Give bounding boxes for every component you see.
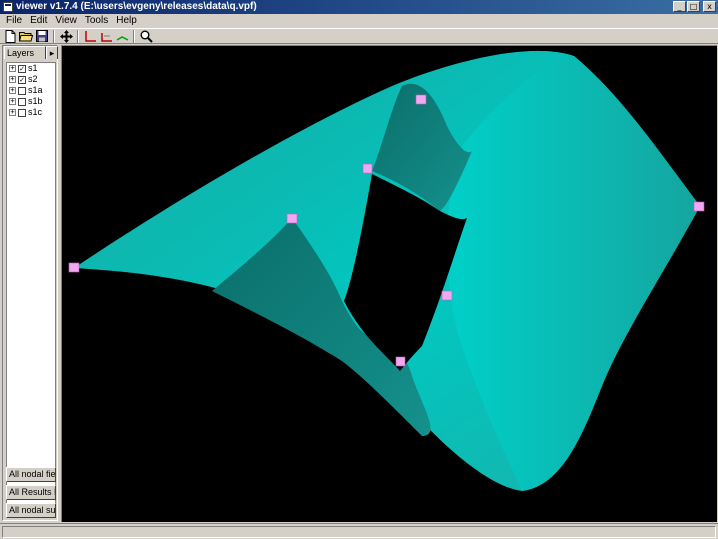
- layers-panel: Layers ▸ + ✓ s1 + ✓ s2 + s1a + s1b + s1c: [2, 45, 58, 521]
- menu-view[interactable]: View: [51, 14, 81, 28]
- node-marker[interactable]: [286, 213, 298, 224]
- layer-visibility-checkbox[interactable]: [18, 97, 26, 106]
- tab-scroll-right-button[interactable]: ▸: [46, 46, 58, 59]
- maximize-button[interactable]: □: [687, 1, 700, 12]
- layer-visibility-checkbox[interactable]: ✓: [18, 75, 26, 84]
- new-file-icon[interactable]: [2, 29, 18, 43]
- 3d-viewport[interactable]: [61, 45, 717, 522]
- all-results-fields-button[interactable]: All Results Fiel: [6, 485, 56, 500]
- node-marker[interactable]: [441, 290, 453, 301]
- toolbar-separator: [133, 29, 135, 43]
- open-folder-icon[interactable]: [18, 29, 34, 43]
- layer-label: s1a: [28, 85, 43, 95]
- expand-icon[interactable]: +: [9, 76, 16, 83]
- layer-row-s1a[interactable]: + s1a: [7, 85, 55, 96]
- layer-visibility-checkbox[interactable]: [18, 108, 26, 117]
- layer-label: s2: [28, 74, 38, 84]
- expand-icon[interactable]: +: [9, 109, 16, 116]
- node-marker[interactable]: [415, 94, 427, 105]
- close-button[interactable]: x: [703, 1, 716, 12]
- menu-tools[interactable]: Tools: [81, 14, 112, 28]
- menu-edit[interactable]: Edit: [26, 14, 51, 28]
- expand-icon[interactable]: +: [9, 98, 16, 105]
- node-marker[interactable]: [693, 201, 705, 212]
- window-controls: _ □ x: [673, 1, 716, 12]
- tab-layers-label: Layers: [7, 47, 35, 58]
- expand-icon[interactable]: +: [9, 65, 16, 72]
- layer-label: s1: [28, 63, 38, 73]
- layer-row-s1b[interactable]: + s1b: [7, 96, 55, 107]
- layers-panel-tabs: Layers ▸: [4, 46, 58, 60]
- layer-label: s1c: [28, 107, 43, 117]
- all-nodal-surf-button[interactable]: All nodal surf: [6, 503, 56, 518]
- all-nodal-fields-button[interactable]: All nodal fields: [6, 467, 56, 482]
- axis-x-icon[interactable]: [82, 29, 98, 43]
- menu-help[interactable]: Help: [112, 14, 141, 28]
- zoom-icon[interactable]: [138, 29, 154, 43]
- title-bar[interactable]: viewer v1.7.4 (E:\users\evgeny\releases\…: [0, 0, 718, 14]
- tab-layers[interactable]: Layers: [4, 46, 46, 59]
- toolbar-separator: [53, 29, 55, 43]
- window-title: viewer v1.7.4 (E:\users\evgeny\releases\…: [16, 1, 257, 12]
- layer-visibility-checkbox[interactable]: [18, 86, 26, 95]
- node-marker[interactable]: [395, 356, 406, 367]
- app-icon[interactable]: [3, 2, 13, 12]
- minimize-button[interactable]: _: [673, 1, 686, 12]
- layer-row-s2[interactable]: + ✓ s2: [7, 74, 55, 85]
- layer-visibility-checkbox[interactable]: ✓: [18, 64, 26, 73]
- status-bar: [0, 523, 718, 539]
- toolbar: [0, 28, 718, 44]
- menu-file[interactable]: File: [2, 14, 26, 28]
- status-pane: [2, 526, 716, 538]
- save-icon[interactable]: [34, 29, 50, 43]
- surface-render[interactable]: [62, 46, 717, 522]
- layer-row-s1c[interactable]: + s1c: [7, 107, 55, 118]
- axis-z-icon[interactable]: [114, 29, 130, 43]
- layer-tree[interactable]: + ✓ s1 + ✓ s2 + s1a + s1b + s1c: [6, 62, 56, 508]
- node-marker[interactable]: [68, 262, 80, 273]
- expand-icon[interactable]: +: [9, 87, 16, 94]
- layer-label: s1b: [28, 96, 43, 106]
- layer-row-s1[interactable]: + ✓ s1: [7, 63, 55, 74]
- axis-y-icon[interactable]: [98, 29, 114, 43]
- toolbar-separator: [77, 29, 79, 43]
- menu-bar: File Edit View Tools Help: [0, 14, 718, 28]
- move-icon[interactable]: [58, 29, 74, 43]
- node-marker[interactable]: [362, 163, 373, 174]
